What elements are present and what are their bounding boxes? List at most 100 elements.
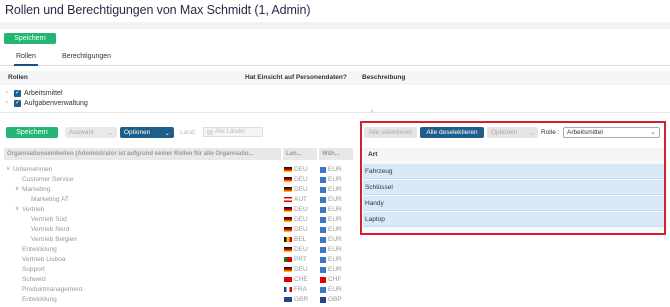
org-unit-row[interactable]: Vertrieb Belgien BEL EUR — [4, 235, 353, 245]
org-unit-row[interactable]: Vertrieb Nord DEU EUR — [4, 225, 353, 235]
optionen-dropdown[interactable]: Optionen ⌄ — [120, 127, 174, 138]
chevron-right-icon[interactable]: › — [6, 90, 14, 96]
org-unit-row[interactable]: Entwicklung DEU EUR — [4, 245, 353, 255]
checkbox-checked-icon[interactable]: ✓ — [14, 89, 21, 97]
currency-code: EUR — [328, 236, 342, 243]
header-band — [0, 22, 670, 29]
chevron-right-icon[interactable]: › — [6, 100, 14, 106]
country-cell: DEU — [284, 166, 308, 173]
country-flag-icon — [284, 207, 292, 212]
country-cell: DEU — [284, 216, 308, 223]
column-beschreibung[interactable]: Beschreibung — [362, 74, 405, 81]
role-row-aufgabenverwaltung[interactable]: › ✓ Aufgabenverwaltung — [6, 98, 88, 108]
currency-icon — [320, 206, 326, 213]
country-flag-icon — [284, 287, 292, 292]
expand-chevron-icon[interactable]: ∨ — [6, 165, 10, 172]
country-flag-icon — [284, 267, 292, 272]
currency-cell: EUR — [320, 236, 342, 243]
org-unit-row[interactable]: ∨ Vertrieb DEU EUR — [4, 205, 353, 215]
org-unit-name: Schweiz — [22, 276, 47, 283]
currency-icon — [320, 196, 326, 203]
org-unit-row[interactable]: Customer Service DEU EUR — [4, 175, 353, 185]
optionen-label: Optionen — [124, 129, 151, 136]
currency-cell: EUR — [320, 256, 342, 263]
column-personendaten[interactable]: Hat Einsicht auf Personendaten? — [245, 74, 347, 81]
currency-icon — [320, 256, 326, 263]
currency-code: GBP — [328, 296, 342, 303]
currency-cell: GBP — [320, 296, 342, 303]
country-cell: BEL — [284, 236, 306, 243]
country-flag-icon — [284, 187, 292, 192]
checkbox-checked-icon[interactable]: ✓ — [14, 99, 21, 107]
column-land[interactable]: Lan... — [283, 148, 317, 160]
org-table-header: Organisationseinheiten (Administrator is… — [4, 148, 353, 160]
left-save-button[interactable]: Speichern — [6, 127, 58, 138]
currency-icon — [320, 296, 326, 303]
country-cell: DEU — [284, 226, 308, 233]
auswahl-label: Auswahl — [69, 129, 94, 136]
land-filter-input[interactable]: Alle Länder — [203, 127, 263, 137]
tab-berechtigungen[interactable]: Berechtigungen — [60, 53, 113, 60]
country-flag-icon — [284, 197, 292, 202]
save-button[interactable]: Speichern — [4, 33, 56, 44]
country-flag-icon — [284, 277, 292, 282]
currency-icon — [320, 186, 326, 193]
currency-cell: EUR — [320, 226, 342, 233]
org-unit-name: Vertrieb Nord — [31, 226, 70, 233]
tab-rollen[interactable]: Rollen — [14, 53, 38, 66]
org-unit-row[interactable]: ∨ Unternehmen DEU EUR — [4, 165, 353, 175]
org-unit-name: Vertrieb — [22, 206, 45, 213]
org-unit-name: Entwicklung — [22, 246, 57, 253]
currency-code: EUR — [328, 216, 342, 223]
tab-bar: Rollen Berechtigungen — [0, 52, 670, 66]
expand-chevron-icon[interactable]: ∨ — [15, 205, 19, 212]
org-unit-row[interactable]: Marketing AT AUT EUR — [4, 195, 353, 205]
org-unit-row[interactable]: Vertrieb Süd DEU EUR — [4, 215, 353, 225]
currency-cell: EUR — [320, 246, 342, 253]
org-unit-name: Marketing AT — [31, 196, 69, 203]
currency-icon — [320, 246, 326, 253]
country-cell: PRT — [284, 256, 307, 263]
currency-icon — [320, 286, 326, 293]
org-unit-row[interactable]: Vertrieb Lisboa PRT EUR — [4, 255, 353, 265]
column-waehrung[interactable]: Wäh... — [319, 148, 353, 160]
org-unit-name: Unternehmen — [13, 166, 53, 173]
role-row-arbeitsmittel[interactable]: › ✓ Arbeitsmittel — [6, 88, 63, 98]
currency-icon — [320, 176, 326, 183]
country-cell: GBR — [284, 296, 308, 303]
country-cell: DEU — [284, 206, 308, 213]
country-cell: CHE — [284, 276, 308, 283]
currency-code: EUR — [328, 166, 342, 173]
currency-code: EUR — [328, 286, 342, 293]
column-organisationseinheiten[interactable]: Organisationseinheiten (Administrator is… — [4, 148, 281, 160]
country-code: DEU — [294, 216, 308, 223]
currency-icon — [320, 226, 326, 233]
country-code: DEU — [294, 266, 308, 273]
currency-cell: EUR — [320, 206, 342, 213]
country-code: DEU — [294, 186, 308, 193]
country-flag-icon — [284, 167, 292, 172]
org-unit-row[interactable]: Schweiz CHE CHF — [4, 275, 353, 285]
expand-chevron-icon[interactable]: ∨ — [15, 185, 19, 192]
currency-code: EUR — [328, 206, 342, 213]
org-unit-row[interactable]: Support DEU EUR — [4, 265, 353, 275]
currency-cell: EUR — [320, 266, 342, 273]
currency-cell: EUR — [320, 196, 342, 203]
currency-icon — [320, 166, 326, 173]
collapse-caret-icon[interactable]: ^ — [370, 110, 373, 117]
org-unit-row[interactable]: ∨ Marketing DEU EUR — [4, 185, 353, 195]
currency-cell: EUR — [320, 216, 342, 223]
currency-code: EUR — [328, 246, 342, 253]
column-rollen[interactable]: Rollen — [8, 74, 28, 81]
highlight-frame — [360, 121, 666, 235]
org-unit-row[interactable]: Produktmanagement FRA EUR — [4, 285, 353, 295]
org-unit-row[interactable]: Entwicklung GBR GBP — [4, 295, 353, 305]
country-cell: DEU — [284, 246, 308, 253]
auswahl-dropdown[interactable]: Auswahl ⌄ — [65, 127, 117, 138]
page-title: Rollen und Berechtigungen von Max Schmid… — [5, 3, 311, 17]
currency-cell: EUR — [320, 186, 342, 193]
currency-cell: EUR — [320, 286, 342, 293]
country-code: PRT — [294, 256, 307, 263]
roles-table-header: Rollen Hat Einsicht auf Personendaten? B… — [0, 71, 670, 85]
country-flag-icon — [284, 257, 292, 262]
